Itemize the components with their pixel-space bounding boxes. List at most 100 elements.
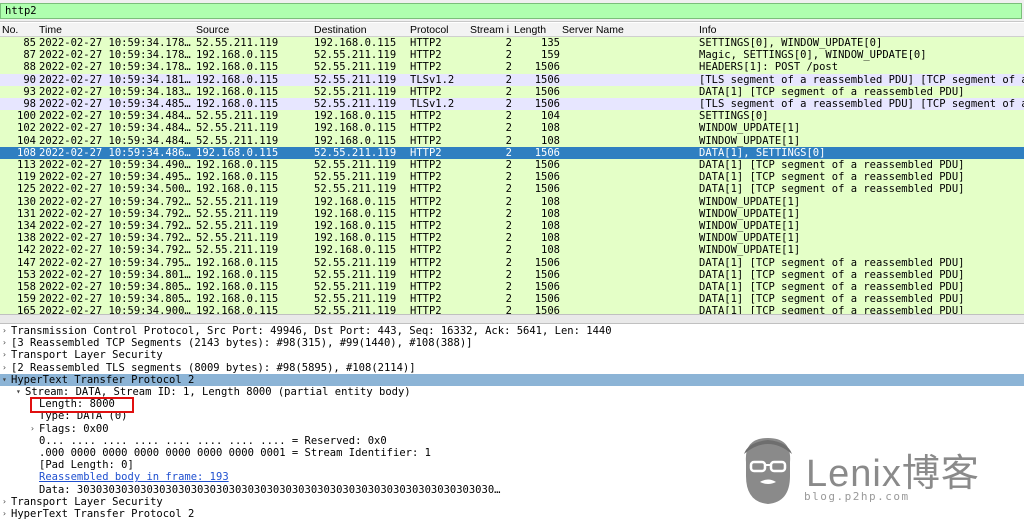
- packet-row[interactable]: 147 2022-02-27 10:59:34.795… 192.168.0.115…: [0, 256, 1024, 269]
- packet-cell-no: 100: [17, 110, 36, 123]
- packet-cell-no: 93: [23, 85, 36, 98]
- packet-cell-info: WINDOW_UPDATE[1]: [699, 220, 801, 232]
- column-no[interactable]: No.: [2, 24, 36, 36]
- packet-cell-stream: 2: [505, 49, 512, 62]
- column-source[interactable]: Source: [196, 24, 306, 36]
- packet-cell-time: 2022-02-27 10:59:34.792…: [39, 220, 191, 232]
- packet-cell-time: 2022-02-27 10:59:34.495…: [39, 171, 191, 184]
- column-info[interactable]: Info: [699, 24, 999, 36]
- packet-cell-src: 52.55.211.119: [196, 110, 279, 123]
- packet-cell-no: 165: [17, 305, 36, 314]
- collapsed-arrow-icon[interactable]: ›: [2, 508, 7, 519]
- packet-cell-info: DATA[1] [TCP segment of a reassembled PD…: [699, 256, 965, 269]
- packet-row[interactable]: 134 2022-02-27 10:59:34.792… 52.55.211.119…: [0, 220, 1024, 233]
- packet-row[interactable]: 119 2022-02-27 10:59:34.495… 192.168.0.115…: [0, 171, 1024, 184]
- packet-row[interactable]: 104 2022-02-27 10:59:34.484… 52.55.211.119…: [0, 134, 1024, 147]
- packet-row[interactable]: 159 2022-02-27 10:59:34.805… 192.168.0.115…: [0, 293, 1024, 306]
- expanded-arrow-icon[interactable]: ▾: [2, 374, 7, 386]
- packet-cell-time: 2022-02-27 10:59:34.178…: [39, 61, 191, 74]
- packet-row[interactable]: 131 2022-02-27 10:59:34.792… 52.55.211.119…: [0, 207, 1024, 220]
- packet-cell-dst: 192.168.0.115: [314, 37, 397, 49]
- column-time[interactable]: Time: [39, 24, 189, 36]
- column-stream[interactable]: Stream i: [470, 24, 512, 36]
- packet-cell-dst: 52.55.211.119: [314, 49, 397, 62]
- packet-cell-len: 1506: [534, 305, 560, 314]
- expanded-arrow-icon[interactable]: ▾: [16, 386, 21, 398]
- packet-cell-time: 2022-02-27 10:59:34.183…: [39, 85, 191, 98]
- packet-cell-stream: 2: [505, 122, 512, 135]
- packet-row[interactable]: 125 2022-02-27 10:59:34.500… 192.168.0.115…: [0, 183, 1024, 196]
- packet-cell-proto: HTTP2: [410, 37, 442, 49]
- packet-cell-stream: 2: [505, 37, 512, 49]
- packet-cell-no: 98: [23, 98, 36, 110]
- packet-cell-time: 2022-02-27 10:59:34.900…: [39, 305, 191, 314]
- pane-splitter[interactable]: [0, 314, 1024, 324]
- packet-row[interactable]: 153 2022-02-27 10:59:34.801… 192.168.0.115…: [0, 268, 1024, 281]
- packet-cell-info: Magic, SETTINGS[0], WINDOW_UPDATE[0]: [699, 49, 927, 62]
- packet-row[interactable]: 87 2022-02-27 10:59:34.178… 192.168.0.115 5…: [0, 49, 1024, 62]
- packet-cell-info: WINDOW_UPDATE[1]: [699, 195, 801, 208]
- collapsed-arrow-icon[interactable]: ›: [2, 337, 7, 349]
- packet-cell-src: 192.168.0.115: [196, 183, 279, 196]
- packet-cell-len: 108: [541, 195, 560, 208]
- column-length[interactable]: Length: [514, 24, 558, 36]
- packet-row[interactable]: 85 2022-02-27 10:59:34.178… 52.55.211.119 1…: [0, 37, 1024, 50]
- details-tree-row[interactable]: › [3 Reassembled TCP Segments (2143 bytes…: [0, 337, 1024, 349]
- packet-cell-dst: 52.55.211.119: [314, 183, 397, 196]
- packet-row[interactable]: 102 2022-02-27 10:59:34.484… 52.55.211.119…: [0, 122, 1024, 135]
- packet-cell-stream: 2: [505, 73, 512, 86]
- packet-cell-no: 119: [17, 171, 36, 184]
- packet-row[interactable]: 142 2022-02-27 10:59:34.792… 52.55.211.119…: [0, 244, 1024, 257]
- packet-cell-src: 52.55.211.119: [196, 220, 279, 232]
- packet-row[interactable]: 165 2022-02-27 10:59:34.900… 192.168.0.115…: [0, 305, 1024, 314]
- packet-list[interactable]: 85 2022-02-27 10:59:34.178… 52.55.211.119 1…: [0, 37, 1024, 314]
- packet-cell-src: 192.168.0.115: [196, 146, 279, 159]
- packet-cell-len: 1506: [534, 61, 560, 74]
- packet-cell-stream: 2: [505, 146, 512, 159]
- packet-cell-info: DATA[1], SETTINGS[0]: [699, 146, 826, 159]
- packet-cell-proto: TLSv1.2: [410, 73, 455, 86]
- collapsed-arrow-icon[interactable]: ›: [2, 325, 7, 337]
- packet-row[interactable]: 138 2022-02-27 10:59:34.792… 52.55.211.119…: [0, 232, 1024, 245]
- column-protocol[interactable]: Protocol: [410, 24, 465, 36]
- collapsed-arrow-icon[interactable]: ›: [2, 349, 7, 361]
- details-tree-row[interactable]: › Transmission Control Protocol, Src Port…: [0, 325, 1024, 337]
- packet-cell-dst: 192.168.0.115: [314, 207, 397, 220]
- collapsed-arrow-icon[interactable]: ›: [2, 362, 7, 374]
- packet-cell-no: 153: [17, 268, 36, 281]
- packet-cell-proto: HTTP2: [410, 85, 442, 98]
- packet-cell-len: 104: [541, 110, 560, 123]
- packet-cell-dst: 52.55.211.119: [314, 61, 397, 74]
- packet-cell-proto: HTTP2: [410, 232, 442, 245]
- details-tree-row[interactable]: Length: 8000: [0, 398, 1024, 410]
- packet-row[interactable]: 90 2022-02-27 10:59:34.181… 192.168.0.115 5…: [0, 73, 1024, 86]
- collapsed-arrow-icon[interactable]: ›: [2, 496, 7, 508]
- packet-row[interactable]: 88 2022-02-27 10:59:34.178… 192.168.0.115 5…: [0, 61, 1024, 74]
- packet-row[interactable]: 108 2022-02-27 10:59:34.486… 192.168.0.115…: [0, 146, 1024, 159]
- packet-cell-info: DATA[1] [TCP segment of a reassembled PD…: [699, 183, 965, 196]
- packet-cell-dst: 52.55.211.119: [314, 73, 397, 86]
- packet-cell-no: 104: [17, 134, 36, 147]
- packet-row[interactable]: 98 2022-02-27 10:59:34.485… 192.168.0.115 5…: [0, 98, 1024, 111]
- details-tree-row[interactable]: › Transport Layer Security: [0, 349, 1024, 361]
- packet-cell-stream: 2: [505, 293, 512, 306]
- column-server-name[interactable]: Server Name: [562, 24, 692, 36]
- column-destination[interactable]: Destination: [314, 24, 404, 36]
- details-tree-row[interactable]: ▾ HyperText Transfer Protocol 2: [0, 373, 1024, 386]
- details-tree-row[interactable]: Type: DATA (0): [0, 410, 1024, 422]
- details-tree-row[interactable]: › [2 Reassembled TLS segments (8009 bytes…: [0, 362, 1024, 374]
- packet-row[interactable]: 113 2022-02-27 10:59:34.490… 192.168.0.115…: [0, 159, 1024, 172]
- packet-row[interactable]: 158 2022-02-27 10:59:34.805… 192.168.0.115…: [0, 281, 1024, 294]
- display-filter-input[interactable]: [0, 3, 1022, 19]
- packet-cell-src: 52.55.211.119: [196, 134, 279, 147]
- collapsed-arrow-icon[interactable]: ›: [30, 423, 35, 435]
- details-tree-link[interactable]: Reassembled body in frame: 193: [39, 471, 229, 483]
- packet-cell-info: SETTINGS[0], WINDOW_UPDATE[0]: [699, 37, 883, 49]
- packet-row[interactable]: 130 2022-02-27 10:59:34.792… 52.55.211.119…: [0, 195, 1024, 208]
- packet-cell-proto: HTTP2: [410, 207, 442, 220]
- packet-row[interactable]: 100 2022-02-27 10:59:34.484… 52.55.211.119…: [0, 110, 1024, 123]
- packet-row[interactable]: 93 2022-02-27 10:59:34.183… 192.168.0.115 5…: [0, 85, 1024, 98]
- details-tree-row[interactable]: ▾ Stream: DATA, Stream ID: 1, Length 8000…: [0, 386, 1024, 398]
- packet-cell-no: 142: [17, 244, 36, 257]
- packet-cell-time: 2022-02-27 10:59:34.795…: [39, 256, 191, 269]
